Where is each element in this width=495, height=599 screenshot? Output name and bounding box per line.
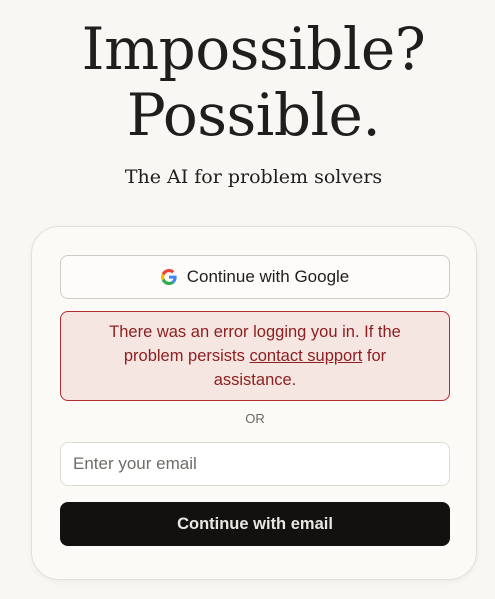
continue-with-google-button[interactable]: Continue with Google	[60, 255, 450, 299]
login-error-alert: There was an error logging you in. If th…	[60, 311, 450, 401]
hero-title-line-2: Possible.	[126, 81, 381, 149]
login-card: Continue with Google There was an error …	[31, 226, 477, 580]
hero-title: Impossible? Possible.	[0, 16, 495, 148]
hero-title-line-1: Impossible?	[81, 15, 426, 83]
login-page: Impossible? Possible. The AI for problem…	[0, 0, 495, 599]
contact-support-link[interactable]: contact support	[249, 347, 362, 365]
hero-subtitle: The AI for problem solvers	[124, 166, 383, 188]
continue-with-google-label: Continue with Google	[186, 267, 350, 286]
email-input[interactable]	[60, 442, 450, 486]
or-divider: OR	[245, 411, 265, 426]
continue-with-email-button[interactable]: Continue with email	[60, 502, 450, 546]
google-icon	[160, 269, 177, 285]
